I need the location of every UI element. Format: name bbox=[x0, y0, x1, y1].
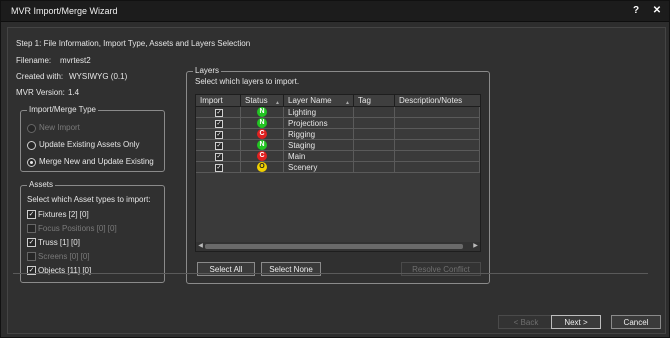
layer-name: Staging bbox=[284, 140, 354, 151]
window-title: MVR Import/Merge Wizard bbox=[11, 6, 118, 16]
layer-name: Lighting bbox=[284, 107, 354, 118]
layer-tag[interactable] bbox=[354, 129, 395, 140]
asset-label: Fixtures [2] [0] bbox=[38, 210, 89, 219]
layer-row[interactable]: ✓ C Main bbox=[196, 151, 480, 162]
asset-label: Screens [0] [0] bbox=[38, 252, 90, 261]
import-checkbox[interactable]: ✓ bbox=[215, 109, 223, 117]
wizard-content: Step 1: File Information, Import Type, A… bbox=[7, 27, 666, 334]
asset-screens[interactable]: Screens [0] [0] bbox=[27, 251, 162, 263]
checkbox[interactable] bbox=[27, 224, 36, 233]
col-tag[interactable]: Tag bbox=[354, 95, 395, 106]
import-checkbox[interactable]: ✓ bbox=[215, 153, 223, 161]
import-type-title: Import/Merge Type bbox=[27, 105, 98, 114]
radio-merge-new[interactable]: Merge New and Update Existing bbox=[27, 156, 162, 168]
radio-update-existing[interactable]: Update Existing Assets Only bbox=[27, 139, 162, 151]
status-new-icon: N bbox=[257, 118, 267, 128]
footer-divider bbox=[13, 273, 648, 274]
import-checkbox[interactable]: ✓ bbox=[215, 120, 223, 128]
radio-label: New Import bbox=[39, 123, 80, 132]
layers-grid[interactable]: Import Status ▲ Layer Name ▲ Tag Descripti… bbox=[195, 94, 481, 252]
layer-tag[interactable] bbox=[354, 151, 395, 162]
asset-label: Truss [1] [0] bbox=[38, 238, 80, 247]
layer-row[interactable]: ✓ N Staging bbox=[196, 140, 480, 151]
layer-tag[interactable] bbox=[354, 162, 395, 173]
next-button[interactable]: Next > bbox=[551, 315, 601, 329]
import-type-group: Import/Merge Type New Import Update Exis… bbox=[20, 105, 165, 172]
status-conflict-icon: C bbox=[257, 129, 267, 139]
radio-button[interactable] bbox=[27, 158, 36, 167]
status-conflict-icon: C bbox=[257, 151, 267, 161]
layer-notes[interactable] bbox=[395, 129, 480, 140]
radio-label: Update Existing Assets Only bbox=[39, 140, 140, 149]
status-other-icon: O bbox=[257, 162, 267, 172]
radio-button[interactable] bbox=[27, 124, 36, 133]
asset-objects[interactable]: ✓ Objects [11] [0] bbox=[27, 265, 162, 277]
scroll-left-icon[interactable]: ◀ bbox=[196, 242, 205, 251]
close-icon[interactable]: ✕ bbox=[649, 3, 665, 18]
mvr-version-label: MVR Version: bbox=[16, 88, 65, 97]
radio-button[interactable] bbox=[27, 141, 36, 150]
layer-tag[interactable] bbox=[354, 118, 395, 129]
col-layer-name[interactable]: Layer Name ▲ bbox=[284, 95, 354, 106]
asset-truss[interactable]: ✓ Truss [1] [0] bbox=[27, 237, 162, 249]
checkbox[interactable]: ✓ bbox=[27, 238, 36, 247]
step-title: Step 1: File Information, Import Type, A… bbox=[16, 39, 251, 48]
layer-row[interactable]: ✓ N Projections bbox=[196, 118, 480, 129]
layer-row[interactable]: ✓ O Scenery bbox=[196, 162, 480, 173]
import-checkbox[interactable]: ✓ bbox=[215, 142, 223, 150]
layer-notes[interactable] bbox=[395, 162, 480, 173]
assets-prompt: Select which Asset types to import: bbox=[27, 195, 151, 204]
grid-header: Import Status ▲ Layer Name ▲ Tag Descripti… bbox=[196, 95, 480, 107]
col-status[interactable]: Status ▲ bbox=[241, 95, 284, 106]
created-with-label: Created with: bbox=[16, 72, 64, 81]
layer-name: Rigging bbox=[284, 129, 354, 140]
layers-title: Layers bbox=[193, 66, 222, 75]
layer-name: Scenery bbox=[284, 162, 354, 173]
scroll-right-icon[interactable]: ▶ bbox=[471, 242, 480, 251]
created-with-value: WYSIWYG (0.1) bbox=[69, 72, 128, 81]
layer-tag[interactable] bbox=[354, 140, 395, 151]
import-checkbox[interactable]: ✓ bbox=[215, 164, 223, 172]
horizontal-scrollbar[interactable]: ◀ ▶ bbox=[196, 242, 480, 251]
import-checkbox[interactable]: ✓ bbox=[215, 131, 223, 139]
layer-name: Main bbox=[284, 151, 354, 162]
title-bar: MVR Import/Merge Wizard ? ✕ bbox=[1, 1, 669, 22]
radio-new-import[interactable]: New Import bbox=[27, 122, 162, 134]
asset-focus-positions[interactable]: Focus Positions [0] [0] bbox=[27, 223, 162, 235]
checkbox[interactable] bbox=[27, 252, 36, 261]
col-description[interactable]: Description/Notes bbox=[395, 95, 480, 106]
asset-fixtures[interactable]: ✓ Fixtures [2] [0] bbox=[27, 209, 162, 221]
mvr-version-value: 1.4 bbox=[68, 88, 80, 97]
assets-title: Assets bbox=[27, 180, 56, 189]
col-import[interactable]: Import bbox=[196, 95, 241, 106]
checkbox[interactable]: ✓ bbox=[27, 210, 36, 219]
layers-prompt: Select which layers to import. bbox=[195, 77, 300, 86]
layer-row[interactable]: ✓ C Rigging bbox=[196, 129, 480, 140]
scroll-thumb[interactable] bbox=[205, 244, 463, 249]
layers-group: Layers Select which layers to import. Im… bbox=[186, 66, 490, 284]
layer-notes[interactable] bbox=[395, 118, 480, 129]
asset-label: Focus Positions [0] [0] bbox=[38, 224, 117, 233]
layer-name: Projections bbox=[284, 118, 354, 129]
wizard-window: MVR Import/Merge Wizard ? ✕ Step 1: File… bbox=[0, 0, 670, 338]
status-new-icon: N bbox=[257, 140, 267, 150]
radio-label: Merge New and Update Existing bbox=[39, 157, 154, 166]
status-new-icon: N bbox=[257, 107, 267, 117]
back-button[interactable]: < Back bbox=[498, 315, 554, 329]
layer-notes[interactable] bbox=[395, 151, 480, 162]
layer-notes[interactable] bbox=[395, 140, 480, 151]
layer-row[interactable]: ✓ N Lighting bbox=[196, 107, 480, 118]
assets-group: Assets Select which Asset types to impor… bbox=[20, 180, 165, 283]
layer-tag[interactable] bbox=[354, 107, 395, 118]
help-icon[interactable]: ? bbox=[628, 3, 644, 18]
layer-notes[interactable] bbox=[395, 107, 480, 118]
cancel-button[interactable]: Cancel bbox=[611, 315, 661, 329]
filename-label: Filename: bbox=[16, 56, 52, 65]
filename-value: mvrtest2 bbox=[60, 56, 91, 65]
